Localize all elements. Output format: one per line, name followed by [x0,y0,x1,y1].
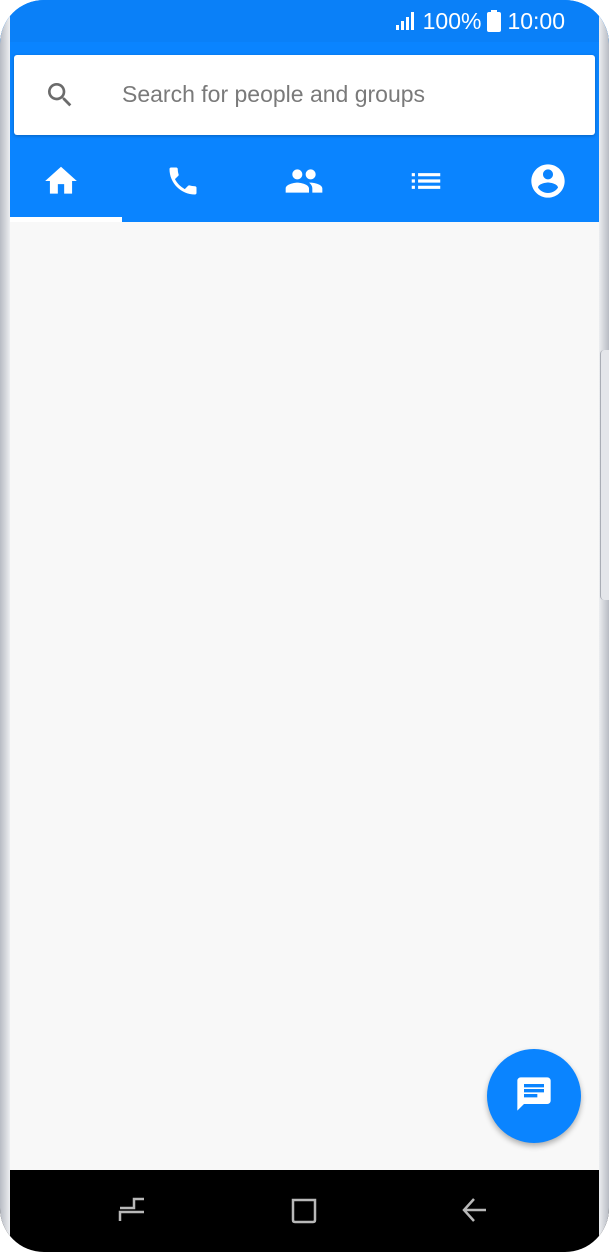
tab-bar [0,140,609,222]
system-nav-bar [0,1170,609,1252]
device-side-button [600,350,609,600]
device-edge-left [0,0,10,1252]
recent-apps-icon [116,1194,148,1231]
message-icon [514,1074,554,1119]
signal-icon [395,11,417,31]
status-indicators: 100% 10:00 [395,6,565,36]
home-button[interactable] [282,1190,326,1234]
people-icon [284,161,324,201]
tab-home[interactable] [0,140,122,222]
device-frame: 100% 10:00 Search for people and groups [0,0,609,1252]
selected-tab-indicator [0,217,122,222]
app-bar: 100% 10:00 Search for people and groups [0,0,609,222]
battery-percentage: 100% [422,7,482,34]
phone-icon [165,163,201,199]
search-icon[interactable] [44,79,76,111]
search-bar[interactable]: Search for people and groups [14,55,595,135]
tab-calls[interactable] [122,140,244,222]
list-icon [407,162,445,200]
home-icon [42,162,80,200]
new-message-button[interactable] [487,1049,581,1143]
tab-account[interactable] [487,140,609,222]
search-input[interactable]: Search for people and groups [122,81,425,108]
recent-apps-button[interactable] [110,1190,154,1234]
battery-icon [487,10,502,32]
tab-list[interactable] [365,140,487,222]
tab-people[interactable] [244,140,366,222]
home-button-icon [288,1194,320,1231]
status-time: 10:00 [507,7,565,34]
status-bar: 100% 10:00 [0,0,609,42]
content-area [0,222,609,1172]
account-icon [528,161,568,201]
back-button[interactable] [452,1190,496,1234]
back-icon [458,1194,490,1231]
device-edge-right [599,0,609,1252]
